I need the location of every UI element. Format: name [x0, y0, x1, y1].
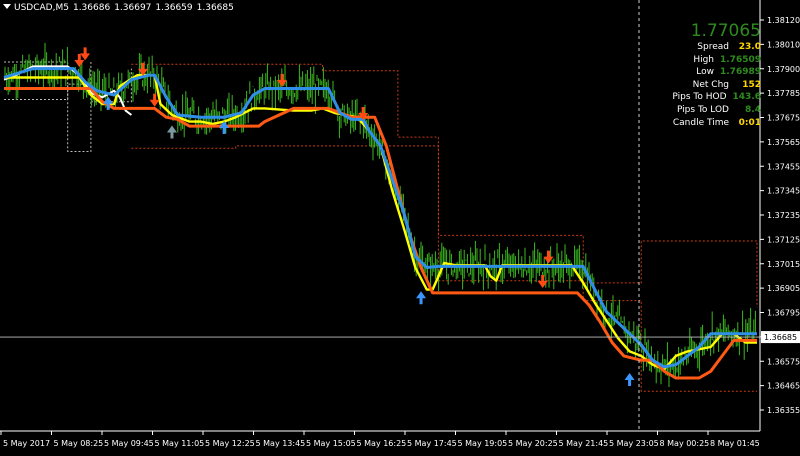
info-label: Candle Time	[672, 117, 729, 128]
info-value: 1.76989	[720, 67, 761, 78]
ohlc-high: 1.36697	[114, 3, 152, 13]
info-row-high: High 1.76509	[641, 54, 761, 67]
dropdown-triangle-icon[interactable]	[3, 4, 11, 9]
y-tick-label: 1.37565	[767, 138, 800, 147]
y-tick-label: 1.36355	[767, 406, 800, 415]
info-price: 1.77065	[690, 21, 761, 41]
y-tick-label: 1.37455	[767, 162, 800, 171]
info-row-pips-to-hod: Pips To HOD 143.6	[641, 91, 761, 104]
symbol-header: USDCAD,M5 1.36686 1.36697 1.36659 1.36685	[3, 3, 238, 13]
y-tick-label: 1.36905	[767, 284, 800, 293]
symbol-label: USDCAD,M5	[14, 3, 69, 13]
info-label: Net Chg	[692, 79, 729, 90]
info-value: 1.76509	[720, 54, 761, 65]
ohlc-low: 1.36659	[155, 3, 193, 13]
x-tick-label: 5 May 20:25	[508, 439, 558, 448]
x-tick-label: 5 May 11:05	[155, 439, 205, 448]
ohlc-close: 1.36685	[196, 3, 234, 13]
y-tick-label: 1.38010	[767, 40, 800, 49]
info-label: Spread	[697, 42, 729, 52]
y-tick-label: 1.37015	[767, 260, 800, 269]
info-value: 0:01	[738, 117, 761, 128]
info-value: 152	[742, 79, 761, 90]
y-tick-label: 1.37345	[767, 187, 800, 196]
current-price-label: 1.36685	[764, 333, 797, 342]
info-value: 23.0	[738, 42, 761, 52]
info-panel: 1.77065 Spread 23.0 High 1.76509 Low 1.7698…	[641, 22, 761, 129]
x-tick-label: 5 May 23:05	[609, 439, 659, 448]
x-tick-label: 5 May 09:45	[104, 439, 154, 448]
info-row-pips-to-lod: Pips To LOD 8.4	[641, 104, 761, 117]
info-value: 143.6	[732, 92, 761, 103]
x-tick-label: 5 May 12:25	[205, 439, 255, 448]
info-row-candle-time: Candle Time 0:01	[641, 117, 761, 130]
y-tick-label: 1.37785	[767, 89, 800, 98]
y-tick-label: 1.36465	[767, 382, 800, 391]
y-tick-label: 1.37125	[767, 235, 800, 244]
info-label: Pips To LOD	[676, 104, 729, 115]
info-row-low: Low 1.76989	[641, 66, 761, 79]
x-tick-label: 5 May 21:45	[559, 439, 609, 448]
info-row-spread: Spread 23.0	[641, 41, 761, 54]
x-tick-label: 5 May 08:25	[54, 439, 104, 448]
x-tick-label: 8 May 01:45	[710, 439, 760, 448]
x-tick-label: 5 May 16:25	[357, 439, 407, 448]
info-label: High	[693, 54, 714, 65]
x-tick-label: 5 May 17:45	[407, 439, 457, 448]
ohlc-open: 1.36686	[72, 3, 111, 13]
x-tick-label: 5 May 19:05	[458, 439, 508, 448]
x-tick-label: 8 May 00:25	[660, 439, 710, 448]
y-tick-label: 1.37235	[767, 211, 800, 220]
info-value: 8.4	[745, 104, 761, 115]
y-tick-label: 1.37900	[767, 65, 800, 74]
x-tick-label: 5 May 13:45	[256, 439, 306, 448]
y-tick-label: 1.37675	[767, 114, 800, 123]
y-tick-label: 1.38120	[767, 16, 800, 25]
info-label: Low	[696, 67, 714, 78]
info-label: Pips To HOD	[672, 92, 727, 103]
y-tick-label: 1.36795	[767, 309, 800, 318]
x-tick-label: 5 May 15:05	[306, 439, 356, 448]
x-tick-label: 5 May 2017	[3, 439, 50, 448]
y-tick-label: 1.36575	[767, 357, 800, 366]
info-row-net-chg: Net Chg 152	[641, 79, 761, 92]
